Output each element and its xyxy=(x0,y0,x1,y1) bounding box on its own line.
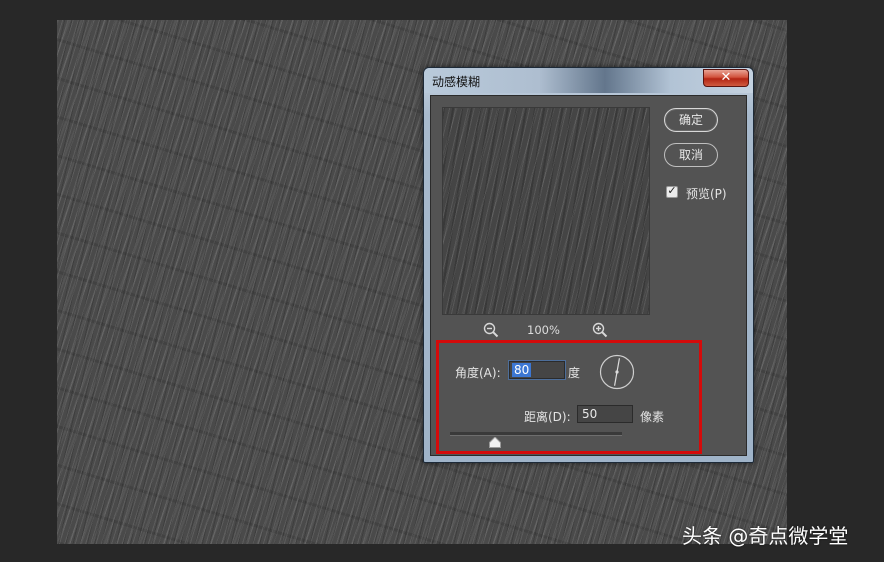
distance-label: 距离(D): xyxy=(524,410,571,424)
preview-label[interactable]: 预览(P) xyxy=(686,185,727,202)
dialog-body: 100% 确定 取消 ✓ 预览(P) 角度(A): 80 度 距离(D): 50… xyxy=(430,95,747,456)
highlight-box xyxy=(436,340,702,454)
distance-slider-track[interactable] xyxy=(450,432,622,436)
check-icon: ✓ xyxy=(667,184,677,197)
slider-thumb-icon[interactable] xyxy=(488,437,501,448)
distance-value: 50 xyxy=(582,407,598,421)
dialog-title-bar[interactable]: 动感模糊 ✕ xyxy=(424,68,753,93)
preview-checkbox[interactable]: ✓ xyxy=(666,184,678,198)
zoom-out-icon[interactable] xyxy=(483,322,499,338)
distance-input[interactable]: 50 xyxy=(577,405,633,423)
angle-dial-icon[interactable] xyxy=(599,354,635,390)
filter-preview[interactable] xyxy=(442,107,650,315)
close-button[interactable]: ✕ xyxy=(703,69,749,87)
angle-label: 角度(A): xyxy=(455,366,501,380)
angle-unit: 度 xyxy=(568,366,581,380)
zoom-in-icon[interactable] xyxy=(592,322,608,338)
dialog-title: 动感模糊 xyxy=(432,75,481,89)
cancel-button[interactable]: 取消 xyxy=(664,143,718,167)
motion-blur-dialog: 动感模糊 ✕ 100% 确定 取消 ✓ 预览(P) 角度(A): 80 度 距离… xyxy=(423,67,754,463)
angle-input[interactable]: 80 xyxy=(509,361,565,379)
angle-value: 80 xyxy=(512,363,532,377)
close-icon: ✕ xyxy=(720,70,732,85)
watermark: 头条 @奇点微学堂 xyxy=(682,524,849,548)
ok-button[interactable]: 确定 xyxy=(664,108,718,132)
zoom-level: 100% xyxy=(527,323,560,337)
distance-unit: 像素 xyxy=(640,410,665,424)
